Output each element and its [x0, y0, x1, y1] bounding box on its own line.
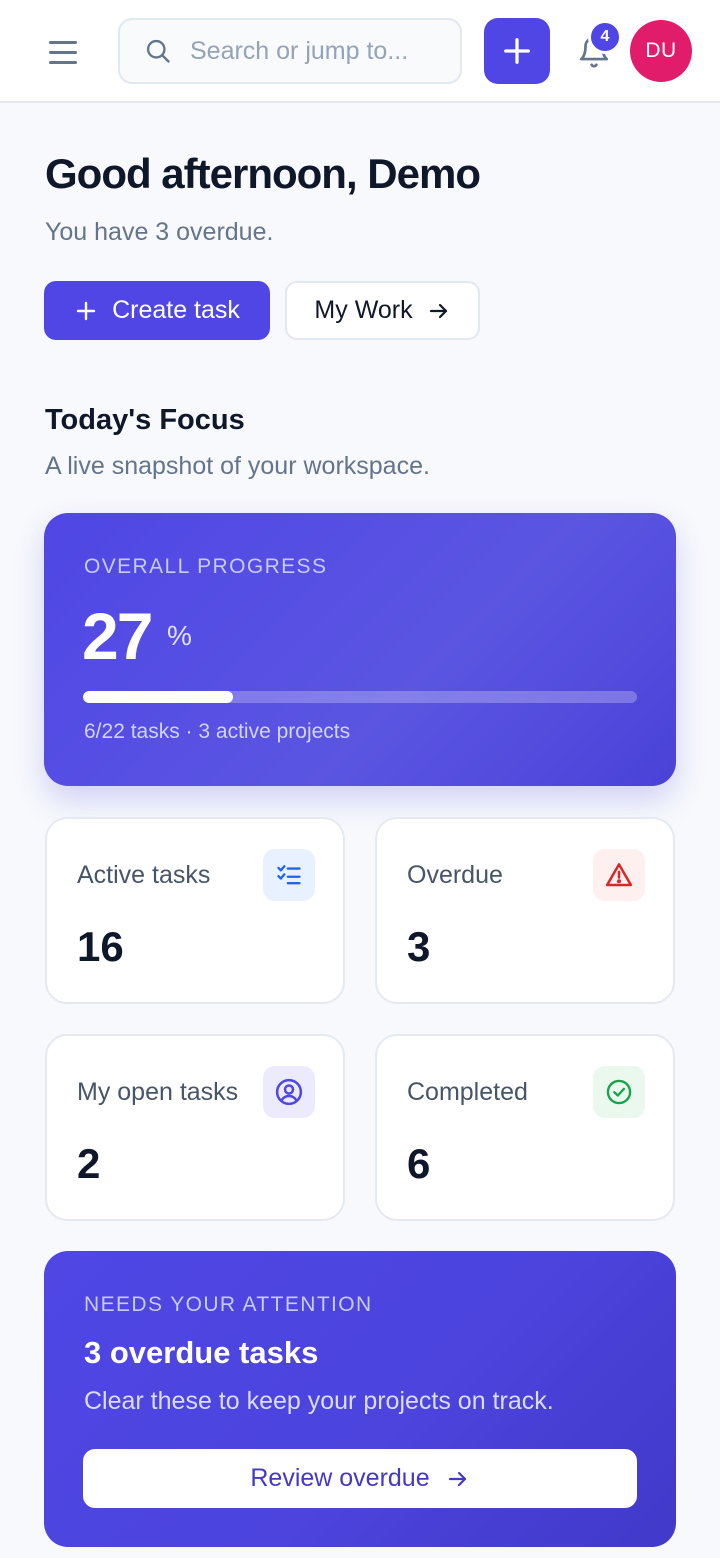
notification-count-badge: 4	[588, 20, 622, 54]
user-circle-icon	[263, 1066, 315, 1118]
progress-value: 27	[82, 599, 153, 673]
overall-progress-card: OVERALL PROGRESS 27 % 6/22 tasks · 3 act…	[44, 513, 676, 786]
stat-value: 6	[407, 1140, 431, 1187]
progress-label: OVERALL PROGRESS	[84, 555, 328, 578]
plus-icon	[76, 301, 96, 320]
arrow-right-icon	[448, 1471, 466, 1486]
search-icon	[146, 39, 170, 63]
attention-card: NEEDS YOUR ATTENTION 3 overdue tasks Cle…	[44, 1251, 676, 1547]
check-circle-icon	[593, 1066, 645, 1118]
page-title: Good afternoon, Demo	[45, 150, 481, 197]
stat-card-active-tasks[interactable]: Active tasks 16	[45, 817, 345, 1004]
attention-title: 3 overdue tasks	[84, 1335, 319, 1370]
search-input[interactable]	[190, 36, 440, 66]
quick-add-button[interactable]	[484, 18, 550, 84]
section-subtitle: A live snapshot of your workspace.	[45, 452, 430, 480]
progress-bar-fill	[83, 691, 233, 703]
checklist-icon	[263, 849, 315, 901]
plus-icon	[504, 38, 530, 64]
stat-card-completed[interactable]: Completed 6	[375, 1034, 675, 1221]
section-title: Today's Focus	[45, 404, 245, 436]
hamburger-menu-icon[interactable]	[40, 30, 86, 74]
progress-unit: %	[167, 620, 192, 651]
stat-label: Completed	[407, 1078, 528, 1106]
stat-card-my-open-tasks[interactable]: My open tasks 2	[45, 1034, 345, 1221]
review-overdue-label: Review overdue	[250, 1464, 430, 1492]
arrow-right-icon	[429, 303, 447, 318]
overdue-summary: You have 3 overdue.	[45, 218, 274, 246]
stat-card-overdue[interactable]: Overdue 3	[375, 817, 675, 1004]
top-bar: 4 DU	[0, 0, 720, 103]
create-task-label: Create task	[112, 296, 240, 324]
search-box[interactable]	[118, 18, 462, 84]
stat-label: Overdue	[407, 861, 503, 889]
stat-label: Active tasks	[77, 861, 211, 889]
attention-label: NEEDS YOUR ATTENTION	[84, 1293, 373, 1316]
review-overdue-button[interactable]: Review overdue	[83, 1449, 637, 1508]
stat-label: My open tasks	[77, 1078, 239, 1106]
stat-value: 2	[77, 1140, 101, 1187]
progress-bar	[83, 691, 637, 703]
stat-value: 3	[407, 923, 431, 970]
my-work-button[interactable]: My Work	[285, 281, 480, 340]
stat-value: 16	[77, 923, 124, 970]
attention-subtitle: Clear these to keep your projects on tra…	[84, 1387, 554, 1415]
progress-meta: 6/22 tasks · 3 active projects	[84, 720, 351, 743]
my-work-label: My Work	[314, 296, 413, 324]
create-task-button[interactable]: Create task	[44, 281, 270, 340]
avatar[interactable]: DU	[630, 20, 692, 82]
warning-triangle-icon	[593, 849, 645, 901]
